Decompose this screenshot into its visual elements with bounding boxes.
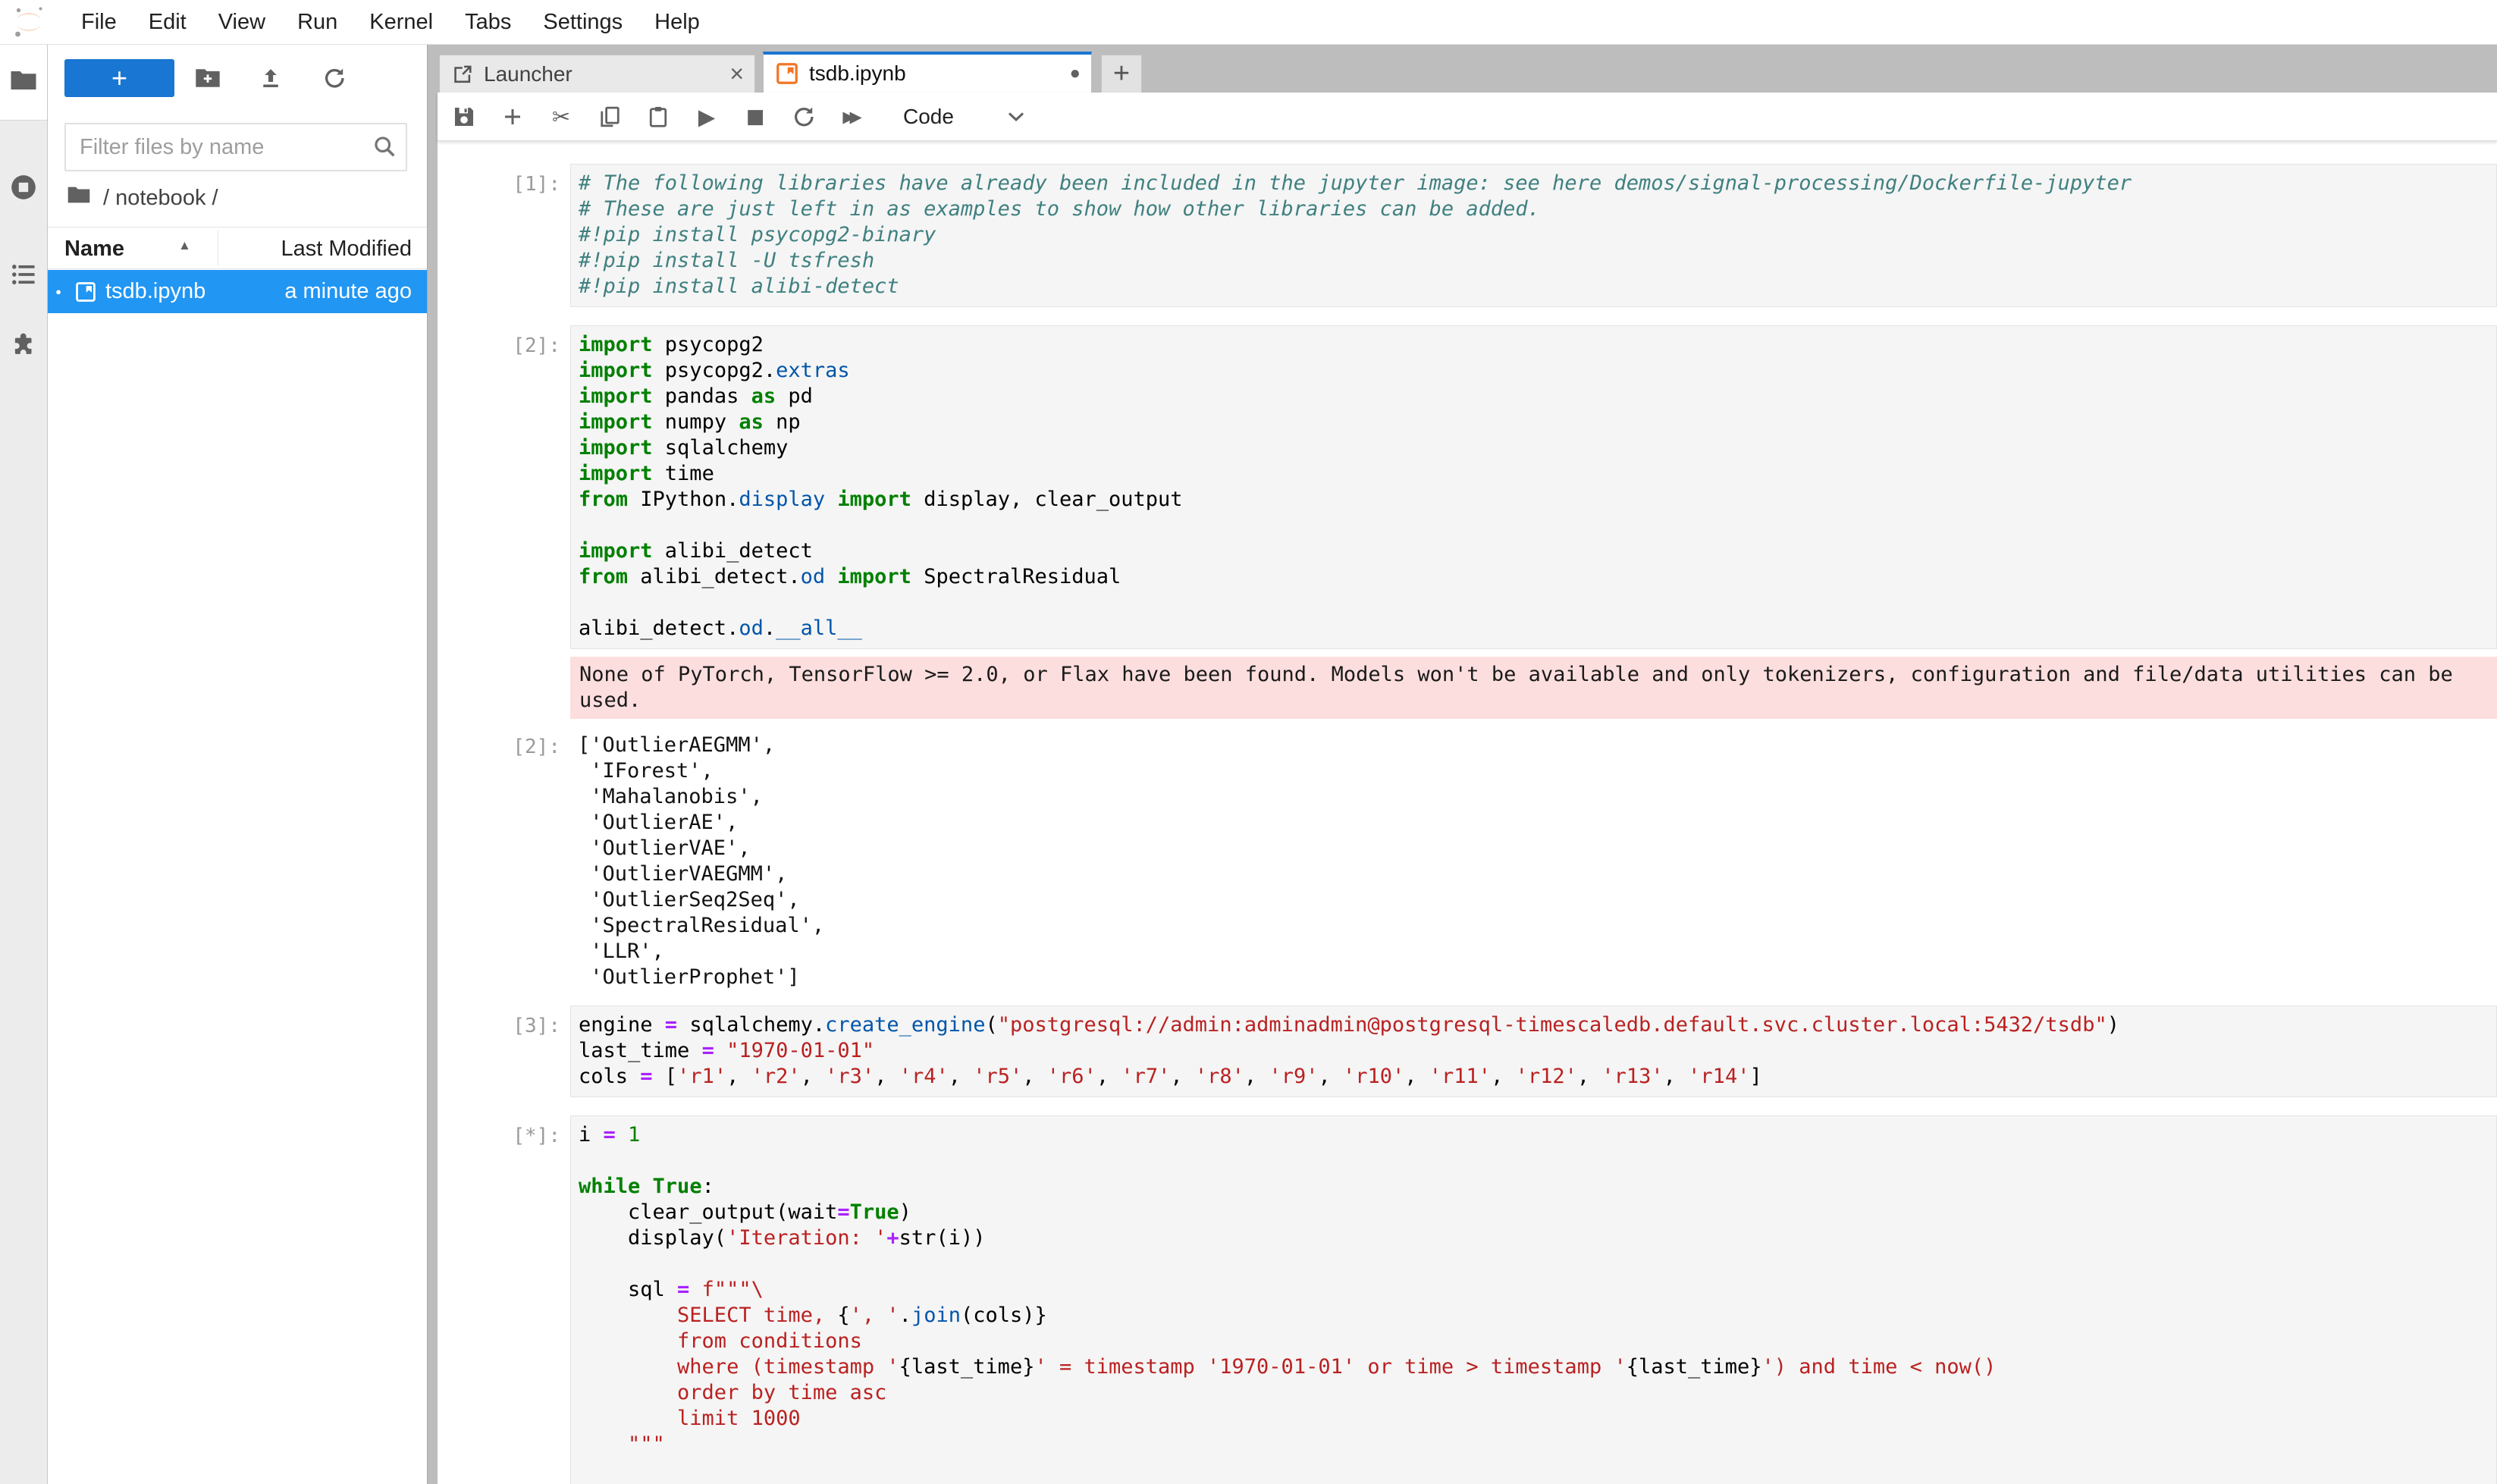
cell-prompt: [2]:	[438, 325, 570, 649]
notebook-icon	[776, 62, 798, 85]
file-list-header: Name ▲ Last Modified	[48, 227, 427, 269]
running-kernels-icon	[9, 173, 38, 206]
new-folder-icon[interactable]	[191, 63, 224, 93]
column-header-modified[interactable]: Last Modified	[281, 237, 413, 262]
add-cell-icon[interactable]	[495, 99, 530, 134]
stderr-message: None of PyTorch, TensorFlow >= 2.0, or F…	[570, 657, 2497, 719]
stop-icon[interactable]: ■	[738, 99, 773, 134]
menu-item-file[interactable]: File	[65, 0, 133, 44]
cell-prompt: [1]:	[438, 164, 570, 307]
menu-items: FileEditViewRunKernelTabsSettingsHelp	[65, 0, 716, 44]
menu-item-tabs[interactable]: Tabs	[449, 0, 527, 44]
file-row[interactable]: ● tsdb.ipynba minute ago	[48, 270, 427, 313]
cell-editor[interactable]: # The following libraries have already b…	[570, 164, 2497, 307]
cell-editor[interactable]: i = 1 while True: clear_output(wait=True…	[570, 1115, 2497, 1484]
copy-icon[interactable]	[592, 99, 627, 134]
code-cell: [3]:engine = sqlalchemy.create_engine("p…	[438, 1006, 2497, 1097]
menu-item-edit[interactable]: Edit	[133, 0, 202, 44]
main-area: Launcher × tsdb.ipynb ● + ✂ ▶ ■ ▶▶ Code [1]:…	[438, 45, 2497, 1484]
sort-ascending-icon[interactable]: ▲	[178, 238, 191, 253]
cell-editor[interactable]: import psycopg2import psycopg2.extrasimp…	[570, 325, 2497, 649]
folder-icon	[10, 69, 37, 96]
output-output: [2]:['OutlierAEGMM', 'IForest', 'Mahalan…	[438, 726, 2497, 990]
column-header-name[interactable]: Name	[64, 237, 124, 262]
filter-files-input[interactable]	[64, 123, 407, 171]
code-cell: [1]:# The following libraries have alrea…	[438, 164, 2497, 307]
new-tab-button[interactable]: +	[1101, 55, 1142, 93]
cell-output-text: ['OutlierAEGMM', 'IForest', 'Mahalanobis…	[570, 726, 2497, 990]
menu-item-help[interactable]: Help	[638, 0, 716, 44]
notebook-toolbar: ✂ ▶ ■ ▶▶ Code	[438, 93, 2497, 141]
dirty-indicator-icon: ●	[48, 286, 69, 297]
notebook-icon	[69, 281, 102, 303]
notebook-cells: [1]:# The following libraries have alrea…	[438, 141, 2497, 1484]
breadcrumb-path[interactable]: / notebook /	[103, 186, 218, 211]
cell-editor[interactable]: engine = sqlalchemy.create_engine("postg…	[570, 1006, 2497, 1097]
sidebar-tab-running[interactable]	[0, 151, 47, 227]
cell-type-dropdown[interactable]: Code	[903, 105, 954, 129]
cell-prompt: [3]:	[438, 1006, 570, 1097]
menu-bar: FileEditViewRunKernelTabsSettingsHelp	[0, 0, 2497, 45]
restart-kernel-icon[interactable]	[786, 99, 821, 134]
panel-splitter[interactable]	[427, 45, 438, 1484]
dirty-indicator-icon[interactable]: ●	[1070, 63, 1081, 84]
menu-item-run[interactable]: Run	[281, 0, 353, 44]
jupyter-logo	[12, 5, 45, 39]
menu-item-settings[interactable]: Settings	[527, 0, 638, 44]
dock-tab-bar: Launcher × tsdb.ipynb ● +	[438, 45, 2497, 93]
stderr-output: None of PyTorch, TensorFlow >= 2.0, or F…	[438, 657, 2497, 719]
search-icon	[372, 134, 397, 162]
left-sidebar-strip	[0, 45, 48, 1484]
new-launcher-button[interactable]: +	[64, 59, 174, 97]
paste-icon[interactable]	[641, 99, 676, 134]
menu-item-kernel[interactable]: Kernel	[353, 0, 449, 44]
tab-tsdb.ipynb[interactable]: tsdb.ipynb ●	[763, 52, 1092, 93]
sidebar-tab-toc[interactable]	[0, 238, 47, 314]
sidebar-tab-extensions[interactable]	[0, 308, 47, 384]
tab-label: Launcher	[484, 62, 714, 86]
menu-item-view[interactable]: View	[202, 0, 281, 44]
cut-icon[interactable]: ✂	[544, 99, 579, 134]
code-cell: [2]:import psycopg2import psycopg2.extra…	[438, 325, 2497, 649]
file-browser-panel: + / notebook / Name ▲ Last Modified ● tsd…	[48, 45, 427, 1484]
breadcrumb[interactable]: / notebook /	[67, 183, 218, 213]
run-icon[interactable]: ▶	[689, 99, 724, 134]
chevron-down-icon[interactable]	[1007, 111, 1025, 123]
cell-prompt: [*]:	[438, 1115, 570, 1484]
save-icon[interactable]	[447, 99, 482, 134]
close-icon[interactable]: ×	[729, 60, 744, 88]
cell-prompt: [2]:	[438, 726, 570, 990]
sidebar-tab-files[interactable]	[0, 45, 47, 121]
file-list: ● tsdb.ipynba minute ago	[48, 270, 427, 313]
cell-prompt	[438, 657, 570, 719]
tab-launcher[interactable]: Launcher ×	[439, 55, 755, 93]
tab-label: tsdb.ipynb	[809, 61, 1055, 86]
code-cell: [*]:i = 1 while True: clear_output(wait=…	[438, 1115, 2497, 1484]
refresh-icon[interactable]	[318, 63, 351, 93]
launcher-icon	[452, 64, 473, 85]
run-all-icon[interactable]: ▶▶	[835, 99, 870, 134]
file-name: tsdb.ipynb	[105, 279, 284, 304]
upload-icon[interactable]	[254, 63, 287, 93]
extensions-icon	[10, 331, 37, 362]
folder-icon[interactable]	[67, 185, 91, 211]
table-of-contents-icon	[10, 262, 37, 290]
file-modified: a minute ago	[284, 279, 412, 304]
